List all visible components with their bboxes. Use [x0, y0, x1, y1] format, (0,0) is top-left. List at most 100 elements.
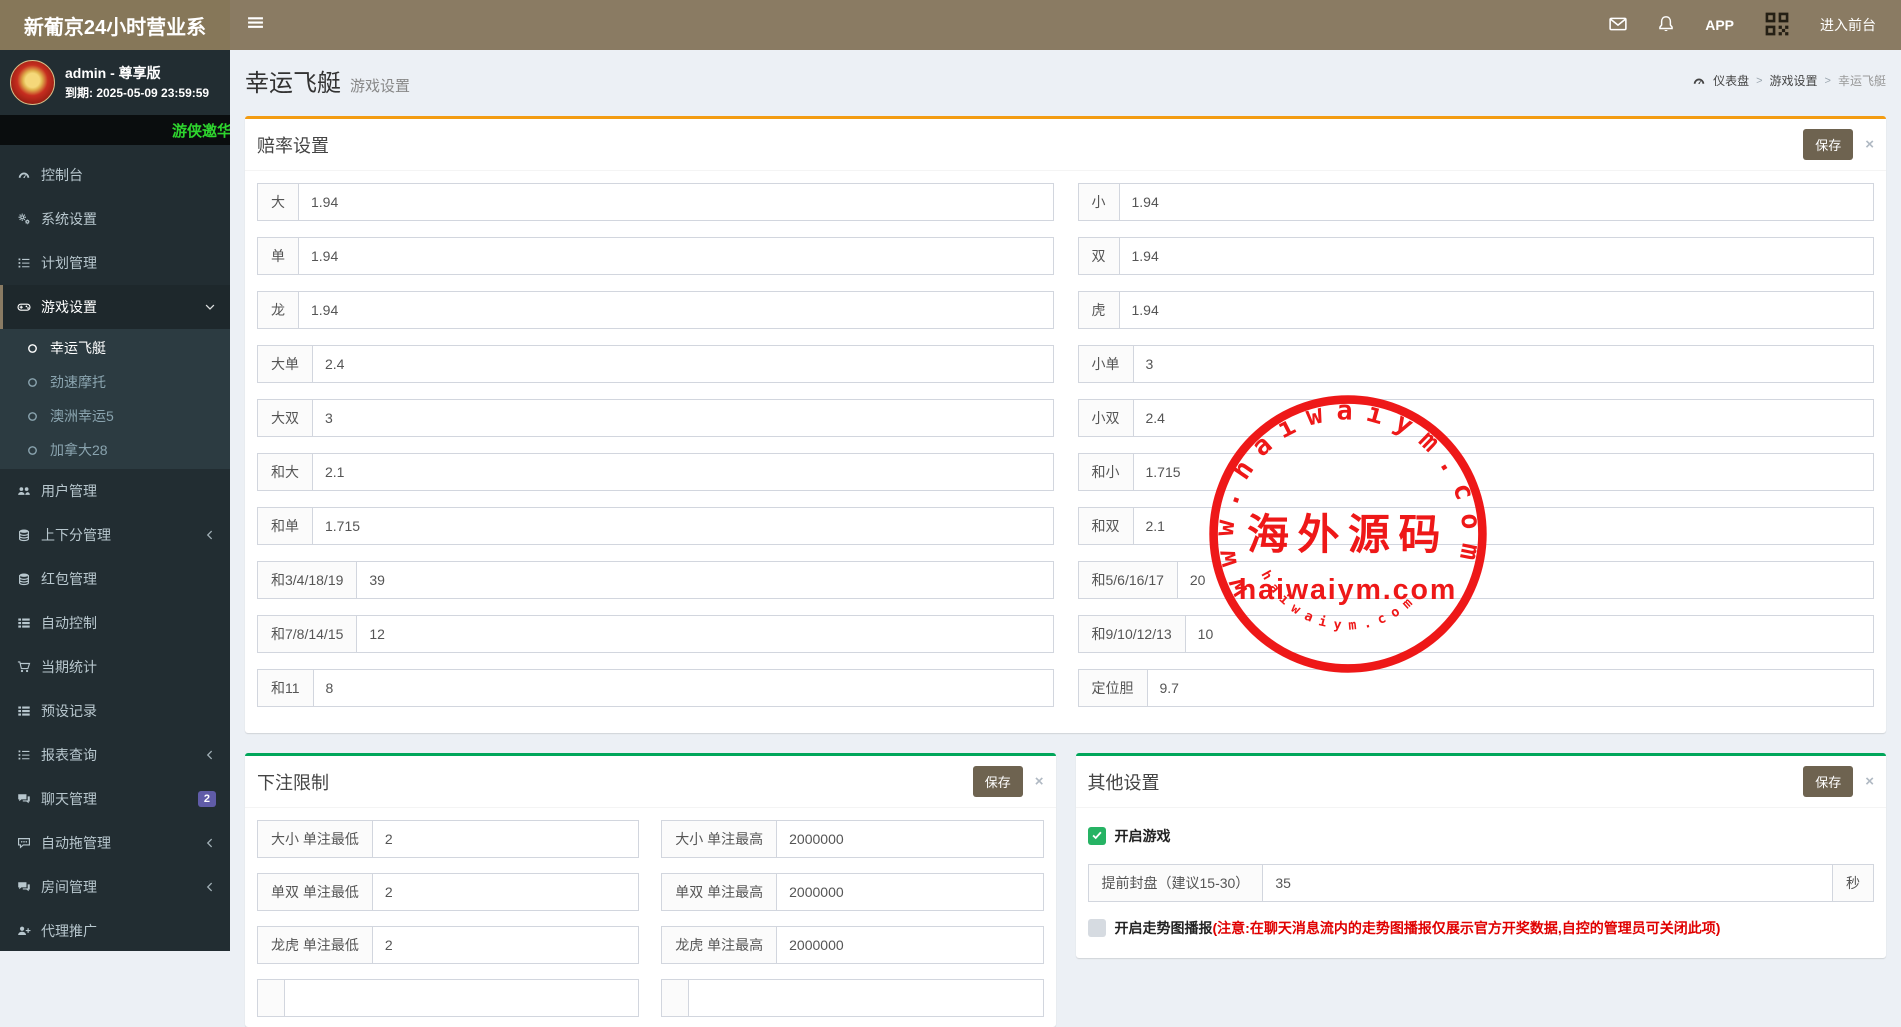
odds-input[interactable]: [356, 615, 1053, 653]
odds-input[interactable]: [1133, 453, 1875, 491]
odds-row: 和双: [1078, 507, 1875, 545]
checkbox-unchecked[interactable]: [1088, 919, 1106, 937]
trend-broadcast-label: 开启走势图播报(注意:在聊天消息流内的走势图播报仅展示官方开奖数据,自控的管理员…: [1115, 918, 1721, 938]
limits-save-button[interactable]: 保存: [973, 766, 1023, 797]
sidebar-item-auto-bot-management[interactable]: 自动拖管理: [0, 821, 230, 865]
sidebar-item-redpacket-management[interactable]: 红包管理: [0, 557, 230, 601]
odds-row: 大单: [257, 345, 1054, 383]
sidebar-item-plan-management[interactable]: 计划管理: [0, 241, 230, 285]
game-settings-submenu: 幸运飞艇 劲速摩托 澳洲幸运5 加拿大28: [0, 329, 230, 469]
odds-label: 大单: [257, 345, 312, 383]
sidebar-item-room-management[interactable]: 房间管理: [0, 865, 230, 909]
menu-icon: [247, 14, 264, 36]
odds-close-icon[interactable]: ×: [1865, 137, 1874, 152]
odds-input[interactable]: [1177, 561, 1874, 599]
limit-max-input[interactable]: [688, 979, 1043, 1017]
sidebar-item-system-settings[interactable]: 系统设置: [0, 197, 230, 241]
sidebar-item-label: 聊天管理: [41, 789, 97, 809]
breadcrumb-game-settings[interactable]: 游戏设置: [1770, 72, 1818, 89]
sidebar-item-current-period-stats[interactable]: 当期统计: [0, 645, 230, 689]
game-open-switch[interactable]: 开启游戏: [1088, 826, 1875, 846]
odds-input[interactable]: [298, 291, 1054, 329]
limit-label: 单双 单注最低: [257, 873, 372, 911]
seal-time-input[interactable]: [1262, 864, 1833, 902]
odds-input[interactable]: [298, 183, 1054, 221]
odds-label: 和5/6/16/17: [1078, 561, 1177, 599]
odds-row: 和9/10/12/13: [1078, 615, 1875, 653]
chevron-left-icon: [204, 749, 216, 761]
limit-max-input[interactable]: [776, 820, 1043, 858]
limits-close-icon[interactable]: ×: [1035, 774, 1044, 789]
limit-min-input[interactable]: [284, 979, 639, 1017]
announcement-text: 游侠邀华: [172, 120, 230, 141]
trend-broadcast-switch[interactable]: 开启走势图播报(注意:在聊天消息流内的走势图播报仅展示官方开奖数据,自控的管理员…: [1088, 918, 1875, 938]
sidebar-item-label: 计划管理: [41, 253, 97, 273]
limit-max-input[interactable]: [776, 926, 1043, 964]
odds-row: 大双: [257, 399, 1054, 437]
sidebar-item-user-management[interactable]: 用户管理: [0, 469, 230, 513]
odds-row: 双: [1078, 237, 1875, 275]
odds-input[interactable]: [312, 345, 1054, 383]
odds-input[interactable]: [1133, 345, 1875, 383]
limits-panel: 下注限制 保存 × 大小 单注最低 大小 单注最高 单双 单注最低 单双 单注最…: [245, 753, 1056, 1027]
user-plus-icon: [15, 924, 32, 938]
odds-save-button[interactable]: 保存: [1803, 129, 1853, 160]
enter-frontend-link[interactable]: 进入前台: [1805, 0, 1891, 50]
odds-row: 和大: [257, 453, 1054, 491]
odds-label: 和3/4/18/19: [257, 561, 356, 599]
limit-min-input[interactable]: [372, 820, 639, 858]
odds-label: 小: [1078, 183, 1119, 221]
sidebar-item-points-management[interactable]: 上下分管理: [0, 513, 230, 557]
breadcrumb-dashboard[interactable]: 仪表盘: [1713, 72, 1749, 89]
gauge-icon: [15, 168, 32, 182]
odds-input[interactable]: [1133, 507, 1875, 545]
odds-input[interactable]: [356, 561, 1053, 599]
odds-input[interactable]: [1133, 399, 1875, 437]
odds-input[interactable]: [313, 669, 1054, 707]
sidebar-item-label: 预设记录: [41, 701, 97, 721]
odds-label: 和小: [1078, 453, 1133, 491]
sidebar-item-chat-management[interactable]: 聊天管理 2: [0, 777, 230, 821]
limit-max-input[interactable]: [776, 873, 1043, 911]
sidebar-item-label: 游戏设置: [41, 297, 97, 317]
sidebar-item-game-settings[interactable]: 游戏设置: [0, 285, 230, 329]
limit-label: 龙虎 单注最高: [661, 926, 776, 964]
odds-label: 和单: [257, 507, 312, 545]
notifications-button[interactable]: [1642, 0, 1690, 50]
messages-button[interactable]: [1594, 0, 1642, 50]
check-icon: [1091, 828, 1103, 844]
limit-row: 龙虎 单注最低 龙虎 单注最高: [257, 926, 1044, 964]
other-save-button[interactable]: 保存: [1803, 766, 1853, 797]
sidebar-item-report-query[interactable]: 报表查询: [0, 733, 230, 777]
sidebar-item-speed-moto[interactable]: 劲速摩托: [0, 365, 230, 399]
sidebar-item-auto-control[interactable]: 自动控制: [0, 601, 230, 645]
checkbox-checked[interactable]: [1088, 827, 1106, 845]
odds-input[interactable]: [1119, 183, 1875, 221]
limit-min-input[interactable]: [372, 873, 639, 911]
odds-input[interactable]: [1119, 237, 1875, 275]
odds-input[interactable]: [1147, 669, 1875, 707]
other-close-icon[interactable]: ×: [1865, 774, 1874, 789]
odds-input[interactable]: [298, 237, 1054, 275]
sidebar-item-preset-records[interactable]: 预设记录: [0, 689, 230, 733]
app-link[interactable]: APP: [1690, 0, 1749, 50]
sidebar-toggle-button[interactable]: [230, 0, 280, 50]
avatar[interactable]: [10, 60, 55, 105]
gears-icon: [15, 212, 32, 226]
odds-input[interactable]: [1119, 291, 1875, 329]
odds-label: 龙: [257, 291, 298, 329]
sidebar-item-canada28[interactable]: 加拿大28: [0, 433, 230, 467]
sidebar-item-lucky-airship[interactable]: 幸运飞艇: [0, 331, 230, 365]
sidebar-item-australia-lucky5[interactable]: 澳洲幸运5: [0, 399, 230, 433]
odds-input[interactable]: [312, 453, 1054, 491]
sidebar-item-label: 控制台: [41, 165, 83, 185]
sidebar-item-label: 红包管理: [41, 569, 97, 589]
sidebar-item-label: 自动控制: [41, 613, 97, 633]
odds-input[interactable]: [312, 507, 1054, 545]
qr-code-button[interactable]: [1749, 0, 1805, 50]
odds-input[interactable]: [312, 399, 1054, 437]
sidebar-item-agent-promotion[interactable]: 代理推广: [0, 909, 230, 951]
limit-min-input[interactable]: [372, 926, 639, 964]
sidebar-item-console[interactable]: 控制台: [0, 153, 230, 197]
odds-input[interactable]: [1185, 615, 1874, 653]
